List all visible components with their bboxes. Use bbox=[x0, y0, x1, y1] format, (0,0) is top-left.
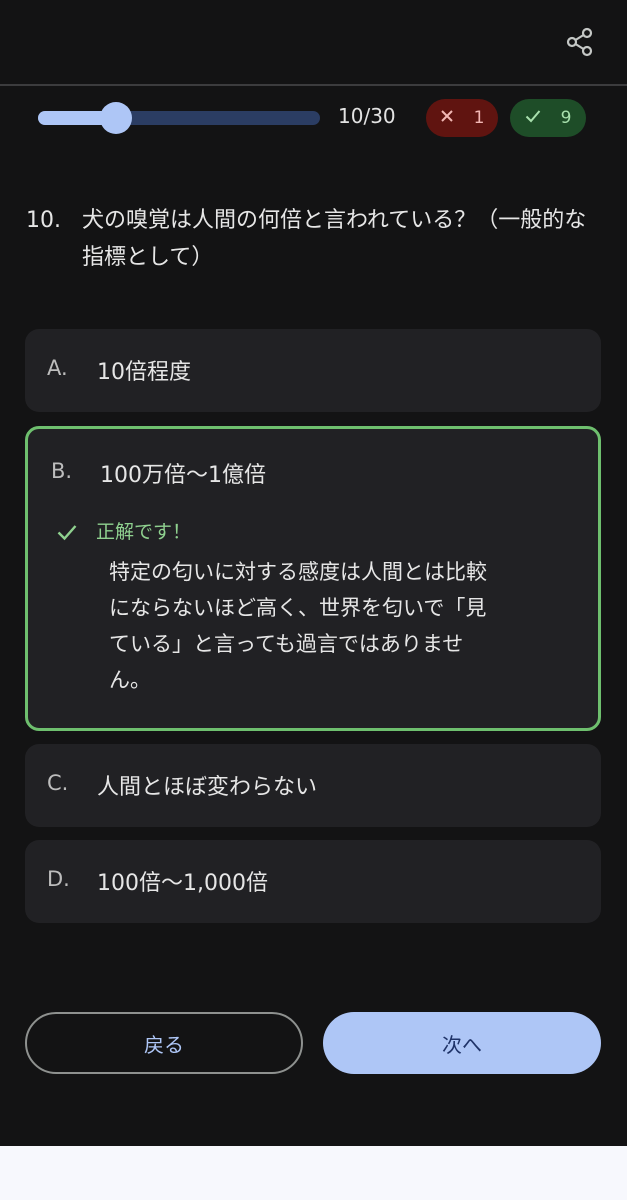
header-divider bbox=[0, 84, 627, 86]
share-icon[interactable] bbox=[562, 24, 598, 60]
next-button[interactable]: 次へ bbox=[323, 1012, 601, 1074]
wrong-count-badge: 1 bbox=[426, 99, 498, 137]
option-letter: D. bbox=[47, 867, 70, 891]
question-counter: 10/30 bbox=[338, 104, 396, 128]
option-text: 10倍程度 bbox=[97, 360, 191, 385]
wrong-count: 1 bbox=[473, 108, 485, 128]
option-text: 人間とほぼ変わらない bbox=[97, 775, 318, 800]
back-button[interactable]: 戻る bbox=[25, 1012, 303, 1074]
option-a[interactable]: A. 10倍程度 bbox=[25, 329, 601, 412]
progress-bar bbox=[38, 102, 320, 134]
top-app-bar bbox=[0, 0, 627, 84]
option-c[interactable]: C. 人間とほぼ変わらない bbox=[25, 744, 601, 827]
option-text: 100倍〜1,000倍 bbox=[97, 871, 268, 896]
right-count-badge: 9 bbox=[510, 99, 586, 137]
option-letter: B. bbox=[51, 459, 73, 483]
option-d[interactable]: D. 100倍〜1,000倍 bbox=[25, 840, 601, 923]
option-letter: C. bbox=[47, 771, 69, 795]
question-number: 10. bbox=[26, 208, 61, 233]
question-text: 犬の嗅覚は人間の何倍と言われている？（一般的な指標として） bbox=[82, 208, 587, 270]
close-icon bbox=[440, 108, 454, 128]
correct-label: 正解です！ bbox=[96, 521, 192, 543]
option-letter: A. bbox=[47, 356, 68, 380]
option-text: 100万倍〜1億倍 bbox=[100, 463, 266, 488]
check-icon bbox=[56, 521, 78, 543]
check-icon bbox=[525, 108, 541, 128]
system-navigation-bar bbox=[0, 1146, 627, 1200]
option-b[interactable]: B. 100万倍〜1億倍 正解です！ 特定の匂いに対する感度は人間とは比較になら… bbox=[25, 426, 601, 731]
answer-explanation: 特定の匂いに対する感度は人間とは比較にならないほど高く、世界を匂いで「見ている」… bbox=[109, 560, 487, 692]
progress-thumb bbox=[100, 102, 132, 134]
right-count: 9 bbox=[560, 108, 572, 128]
